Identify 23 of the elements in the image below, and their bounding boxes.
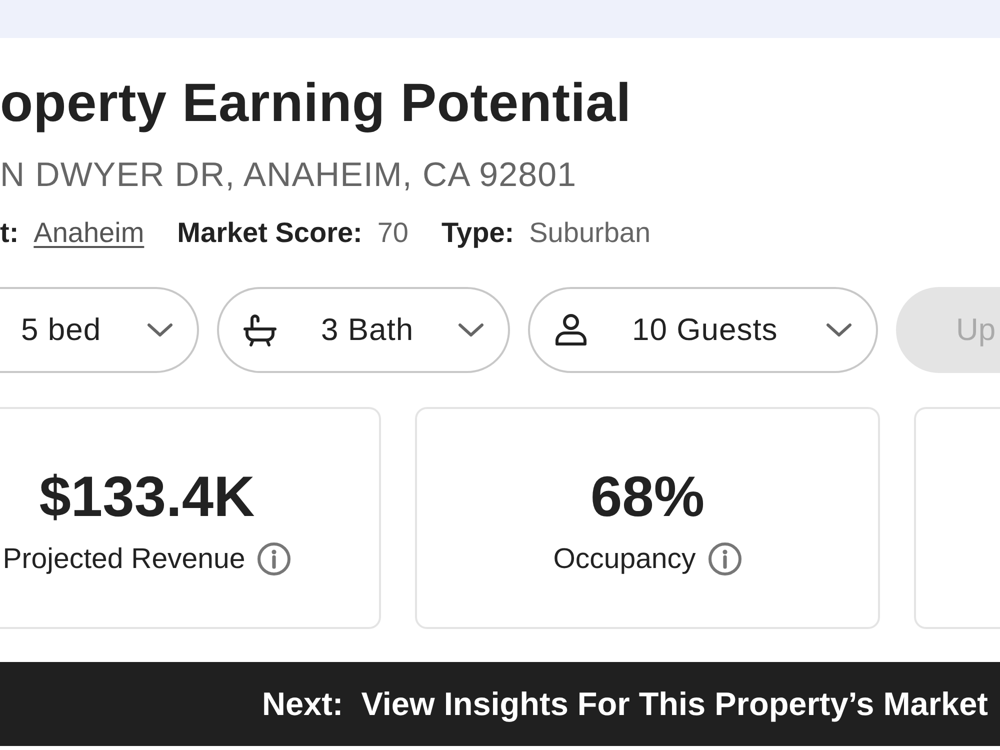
metric-label: Occupancy [553,542,696,576]
dropdown-button[interactable]: 3 Bath [217,287,510,373]
bathtub-icon [243,313,277,347]
dropdown-button[interactable]: 10 Guests [528,287,878,373]
chevron-down-icon [458,322,484,338]
dropdown-button[interactable]: 5 bed [0,287,199,373]
chevron-down-icon [147,322,173,338]
metric-value: $133.4K [39,465,255,529]
property-address: N DWYER DR, ANAHEIM, CA 92801 [0,155,577,195]
next-link[interactable]: Next: View Insights For This Property’s Market [262,686,988,722]
metric-label: Projected Revenue [2,542,246,576]
market-link[interactable]: Anaheim [34,217,144,249]
field-label: Market Score: [177,217,362,249]
field-label: t: [0,217,19,249]
field-label: Type: [442,217,514,249]
metric-value: 68% [590,465,705,529]
info-icon[interactable] [257,542,292,576]
field-value: 70 [377,217,409,249]
person-icon [554,313,588,347]
field-value: Suburban [529,217,651,249]
page-title: operty Earning Potential [0,72,632,134]
chevron-down-icon [826,322,852,338]
info-icon[interactable] [708,542,742,576]
